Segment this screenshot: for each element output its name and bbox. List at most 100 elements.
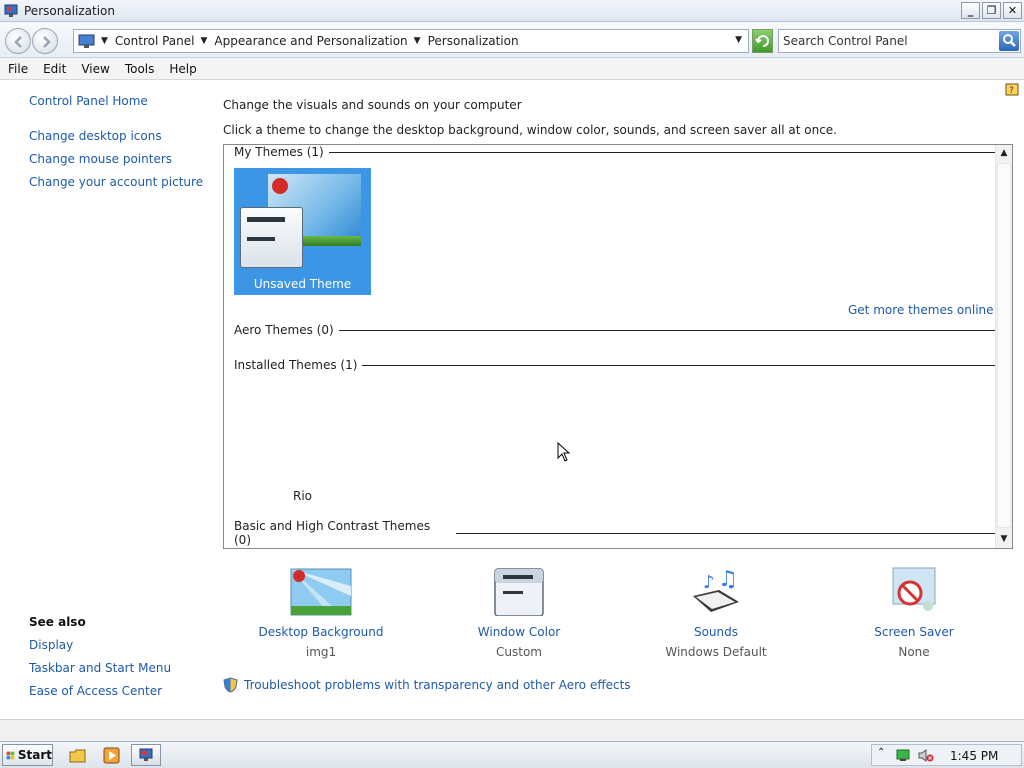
see-also-ease-of-access[interactable]: Ease of Access Center [29,684,162,698]
sidebar-change-mouse-pointers[interactable]: Change mouse pointers [29,152,172,166]
theme-tile-unsaved[interactable]: Unsaved Theme [234,168,371,295]
scroll-up-icon[interactable]: ▲ [996,145,1012,162]
start-button[interactable]: Start [2,744,53,766]
svg-text:?: ? [1009,86,1014,96]
breadcrumb[interactable]: ▼ Control Panel ▼ Appearance and Persona… [73,29,749,53]
setting-value: None [898,645,930,659]
group-divider [338,329,996,331]
start-label: Start [17,748,52,762]
close-button[interactable]: ✕ [1003,2,1022,19]
screen-saver-icon [883,566,945,616]
show-hidden-icons-icon[interactable]: ⌃ [877,747,885,758]
control-panel-icon [78,34,95,48]
chevron-down-icon[interactable]: ▼ [201,36,208,46]
menu-edit[interactable]: Edit [43,62,66,76]
setting-value: Windows Default [665,645,767,659]
svg-text:♫: ♫ [718,567,738,592]
group-my-themes-label: My Themes (1) [234,145,324,159]
search-icon [1003,34,1016,47]
svg-text:♪: ♪ [703,572,715,593]
theme-name: Unsaved Theme [253,277,352,291]
setting-window-color[interactable]: Window Color Custom [449,566,589,659]
folder-icon[interactable] [69,747,86,764]
window-preview-icon [240,207,303,268]
page-description: Click a theme to change the desktop back… [223,123,837,137]
setting-value: img1 [305,645,337,659]
breadcrumb-control-panel[interactable]: Control Panel [115,34,195,48]
group-my-themes: My Themes (1) [234,145,996,159]
group-aero-themes-label: Aero Themes (0) [234,323,334,337]
help-icon[interactable]: ? [1005,82,1020,97]
network-icon[interactable] [896,748,910,762]
shield-icon [223,677,238,693]
status-bar [0,719,1024,741]
sidebar-change-account-picture[interactable]: Change your account picture [29,175,203,189]
group-basic-themes: Basic and High Contrast Themes (0) [234,519,1012,547]
windows-logo-icon [6,751,15,759]
group-divider [328,151,996,153]
media-player-icon[interactable] [103,747,120,764]
refresh-icon [755,35,769,47]
group-installed-themes-label: Installed Themes (1) [234,358,358,372]
sounds-icon: ♪ ♫ [685,566,747,616]
setting-label: Sounds [693,625,739,639]
chevron-down-icon[interactable]: ▼ [414,36,421,46]
breadcrumb-personalization[interactable]: Personalization [428,34,519,48]
setting-desktop-background[interactable]: Desktop Background img1 [251,566,391,659]
scroll-down-icon[interactable]: ▼ [996,531,1012,548]
title-bar: Personalization _ ❐ ✕ [0,0,1024,22]
refresh-button[interactable] [752,29,773,53]
troubleshoot-link[interactable]: Troubleshoot problems with transparency … [223,677,631,693]
desktop-background-icon [290,566,352,616]
forward-arrow-icon [43,36,51,48]
get-more-themes-link[interactable]: Get more themes online [848,303,994,317]
bird-icon [272,178,288,194]
group-divider [455,532,1012,534]
setting-label: Desktop Background [258,625,384,639]
theme-tile-rio[interactable]: Rio [293,489,312,503]
troubleshoot-link-label[interactable]: Troubleshoot problems with transparency … [244,678,631,692]
search-input[interactable] [783,32,995,50]
see-also-display[interactable]: Display [29,638,73,652]
menu-view[interactable]: View [81,62,109,76]
minimize-button[interactable]: _ [961,2,980,19]
themes-scrollbar[interactable]: ▲ ▼ [995,145,1012,548]
chevron-down-icon[interactable]: ▼ [101,36,108,46]
back-button[interactable] [5,28,31,54]
page-heading: Change the visuals and sounds on your co… [223,98,522,112]
setting-value: Custom [496,645,542,659]
window-color-icon [488,566,550,617]
personalization-app-icon [139,748,153,761]
menu-tools[interactable]: Tools [125,62,155,76]
scroll-thumb[interactable] [997,163,1011,528]
system-tray: ⌃ 1:45 PM [871,744,1022,766]
sidebar-change-desktop-icons[interactable]: Change desktop icons [29,129,162,143]
clock[interactable]: 1:45 PM [950,749,998,763]
group-basic-themes-label: Basic and High Contrast Themes (0) [234,519,431,547]
search-box[interactable] [778,29,1021,53]
setting-label: Screen Saver [874,625,954,639]
see-also-title: See also [29,615,86,629]
breadcrumb-appearance[interactable]: Appearance and Personalization [214,34,407,48]
maximize-button[interactable]: ❐ [982,2,1001,19]
menu-help[interactable]: Help [169,62,196,76]
taskbar-personalization-window[interactable] [131,744,161,766]
group-aero-themes: Aero Themes (0) [234,323,996,337]
see-also-taskbar[interactable]: Taskbar and Start Menu [29,661,171,675]
setting-sounds[interactable]: ♪ ♫ Sounds Windows Default [646,566,786,659]
group-divider [362,364,1002,366]
mouse-cursor-icon [557,442,571,462]
back-arrow-icon [14,36,22,48]
setting-screen-saver[interactable]: Screen Saver None [844,566,984,659]
window-title: Personalization [24,3,115,18]
personalization-app-icon [4,4,18,17]
themes-list[interactable]: My Themes (1) Unsaved Theme Get more the… [223,144,1013,549]
volume-muted-icon[interactable] [918,748,934,763]
search-button[interactable] [999,31,1019,51]
address-bar: ▼ Control Panel ▼ Appearance and Persona… [0,22,1024,58]
menu-file[interactable]: File [8,62,28,76]
sidebar-control-panel-home[interactable]: Control Panel Home [29,94,148,108]
taskbar: Start ⌃ 1:45 PM [0,741,1024,768]
forward-button[interactable] [32,28,58,54]
address-dropdown-icon[interactable]: ▼ [735,35,742,45]
